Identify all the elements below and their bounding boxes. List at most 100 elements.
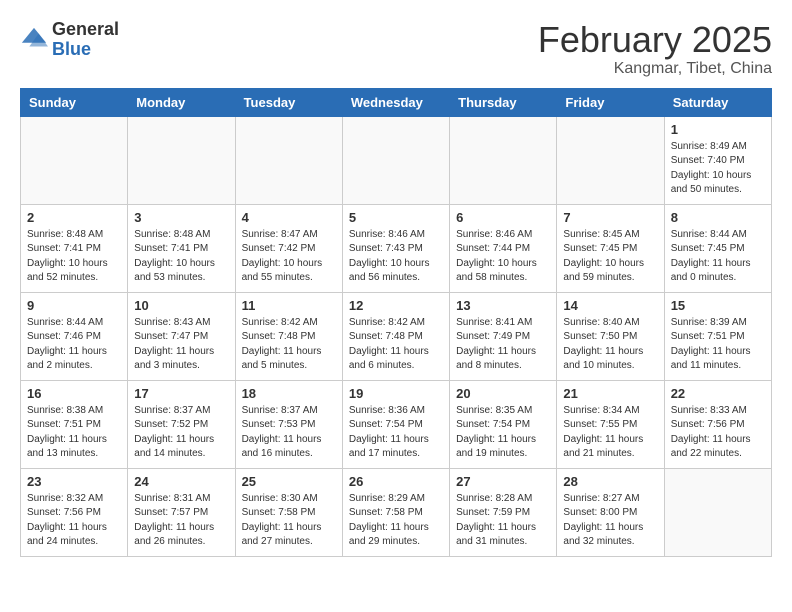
logo-text: General Blue: [52, 20, 119, 60]
weekday-header: Sunday: [21, 88, 128, 116]
calendar-cell: 26 Sunrise: 8:29 AM Sunset: 7:58 PM Dayli…: [342, 468, 449, 556]
day-info: Sunrise: 8:46 AM Sunset: 7:43 PM Dayligh…: [349, 228, 443, 286]
day-info: Sunrise: 8:48 AM Sunset: 7:41 PM Dayligh…: [27, 228, 121, 286]
calendar-body: 1Sunrise: 8:49 AM Sunset: 7:40 PM Daylig…: [21, 116, 772, 556]
day-info: Sunrise: 8:35 AM Sunset: 7:54 PM Dayligh…: [456, 404, 550, 462]
weekday-row: SundayMondayTuesdayWednesdayThursdayFrid…: [21, 88, 772, 116]
calendar-cell: 23Sunrise: 8:32 AM Sunset: 7:56 PM Dayli…: [21, 468, 128, 556]
day-number: 20: [456, 386, 550, 401]
weekday-header: Friday: [557, 88, 664, 116]
day-info: Sunrise: 8:48 AM Sunset: 7:41 PM Dayligh…: [134, 228, 228, 286]
day-info: Sunrise: 8:29 AM Sunset: 7:58 PM Dayligh…: [349, 492, 443, 550]
day-info: Sunrise: 8:40 AM Sunset: 7:50 PM Dayligh…: [563, 316, 657, 374]
day-number: 19: [349, 386, 443, 401]
logo-icon: [20, 26, 48, 54]
calendar-cell: 18 Sunrise: 8:37 AM Sunset: 7:53 PM Dayli…: [235, 380, 342, 468]
day-number: 3: [134, 210, 228, 225]
calendar-week-row: 9 Sunrise: 8:44 AM Sunset: 7:46 PM Daylig…: [21, 292, 772, 380]
calendar-cell: 2 Sunrise: 8:48 AM Sunset: 7:41 PM Daylig…: [21, 204, 128, 292]
calendar-cell: 16Sunrise: 8:38 AM Sunset: 7:51 PM Dayli…: [21, 380, 128, 468]
day-info: Sunrise: 8:31 AM Sunset: 7:57 PM Dayligh…: [134, 492, 228, 550]
calendar-cell: 14 Sunrise: 8:40 AM Sunset: 7:50 PM Dayli…: [557, 292, 664, 380]
day-info: Sunrise: 8:45 AM Sunset: 7:45 PM Dayligh…: [563, 228, 657, 286]
calendar-cell: [557, 116, 664, 204]
calendar-cell: 13Sunrise: 8:41 AM Sunset: 7:49 PM Dayli…: [450, 292, 557, 380]
day-number: 17: [134, 386, 228, 401]
day-info: Sunrise: 8:28 AM Sunset: 7:59 PM Dayligh…: [456, 492, 550, 550]
day-number: 5: [349, 210, 443, 225]
calendar-cell: 17 Sunrise: 8:37 AM Sunset: 7:52 PM Dayli…: [128, 380, 235, 468]
day-info: Sunrise: 8:46 AM Sunset: 7:44 PM Dayligh…: [456, 228, 550, 286]
day-number: 12: [349, 298, 443, 313]
day-number: 14: [563, 298, 657, 313]
day-number: 26: [349, 474, 443, 489]
day-info: Sunrise: 8:38 AM Sunset: 7:51 PM Dayligh…: [27, 404, 121, 462]
calendar-cell: 19 Sunrise: 8:36 AM Sunset: 7:54 PM Dayli…: [342, 380, 449, 468]
day-info: Sunrise: 8:44 AM Sunset: 7:45 PM Dayligh…: [671, 228, 765, 286]
day-number: 6: [456, 210, 550, 225]
calendar-cell: 15 Sunrise: 8:39 AM Sunset: 7:51 PM Dayli…: [664, 292, 771, 380]
day-number: 11: [242, 298, 336, 313]
calendar-cell: 9 Sunrise: 8:44 AM Sunset: 7:46 PM Daylig…: [21, 292, 128, 380]
day-number: 27: [456, 474, 550, 489]
weekday-header: Monday: [128, 88, 235, 116]
day-info: Sunrise: 8:42 AM Sunset: 7:48 PM Dayligh…: [242, 316, 336, 374]
day-info: Sunrise: 8:32 AM Sunset: 7:56 PM Dayligh…: [27, 492, 121, 550]
weekday-header: Thursday: [450, 88, 557, 116]
weekday-header: Tuesday: [235, 88, 342, 116]
day-number: 21: [563, 386, 657, 401]
page-header: General Blue February 2025 Kangmar, Tibe…: [20, 20, 772, 78]
day-number: 28: [563, 474, 657, 489]
day-number: 15: [671, 298, 765, 313]
day-info: Sunrise: 8:44 AM Sunset: 7:46 PM Dayligh…: [27, 316, 121, 374]
day-number: 18: [242, 386, 336, 401]
calendar-cell: 12 Sunrise: 8:42 AM Sunset: 7:48 PM Dayli…: [342, 292, 449, 380]
calendar-cell: 25 Sunrise: 8:30 AM Sunset: 7:58 PM Dayli…: [235, 468, 342, 556]
title-block: February 2025 Kangmar, Tibet, China: [538, 20, 772, 78]
calendar-cell: [450, 116, 557, 204]
calendar-cell: 10 Sunrise: 8:43 AM Sunset: 7:47 PM Dayli…: [128, 292, 235, 380]
calendar-week-row: 23Sunrise: 8:32 AM Sunset: 7:56 PM Dayli…: [21, 468, 772, 556]
calendar-cell: [342, 116, 449, 204]
day-info: Sunrise: 8:30 AM Sunset: 7:58 PM Dayligh…: [242, 492, 336, 550]
day-info: Sunrise: 8:27 AM Sunset: 8:00 PM Dayligh…: [563, 492, 657, 550]
calendar-cell: 11 Sunrise: 8:42 AM Sunset: 7:48 PM Dayli…: [235, 292, 342, 380]
calendar-cell: 8 Sunrise: 8:44 AM Sunset: 7:45 PM Daylig…: [664, 204, 771, 292]
calendar-header: SundayMondayTuesdayWednesdayThursdayFrid…: [21, 88, 772, 116]
logo-blue: Blue: [52, 40, 119, 60]
calendar-cell: 3 Sunrise: 8:48 AM Sunset: 7:41 PM Daylig…: [128, 204, 235, 292]
day-number: 9: [27, 298, 121, 313]
day-number: 13: [456, 298, 550, 313]
weekday-header: Saturday: [664, 88, 771, 116]
location: Kangmar, Tibet, China: [538, 60, 772, 78]
logo: General Blue: [20, 20, 119, 60]
calendar-cell: 27 Sunrise: 8:28 AM Sunset: 7:59 PM Dayli…: [450, 468, 557, 556]
day-info: Sunrise: 8:34 AM Sunset: 7:55 PM Dayligh…: [563, 404, 657, 462]
day-info: Sunrise: 8:43 AM Sunset: 7:47 PM Dayligh…: [134, 316, 228, 374]
day-number: 2: [27, 210, 121, 225]
day-info: Sunrise: 8:37 AM Sunset: 7:52 PM Dayligh…: [134, 404, 228, 462]
day-number: 25: [242, 474, 336, 489]
day-number: 4: [242, 210, 336, 225]
day-info: Sunrise: 8:33 AM Sunset: 7:56 PM Dayligh…: [671, 404, 765, 462]
day-info: Sunrise: 8:39 AM Sunset: 7:51 PM Dayligh…: [671, 316, 765, 374]
calendar-cell: 24 Sunrise: 8:31 AM Sunset: 7:57 PM Dayli…: [128, 468, 235, 556]
calendar-cell: 6 Sunrise: 8:46 AM Sunset: 7:44 PM Daylig…: [450, 204, 557, 292]
calendar-cell: [664, 468, 771, 556]
weekday-header: Wednesday: [342, 88, 449, 116]
day-number: 24: [134, 474, 228, 489]
calendar-cell: 21 Sunrise: 8:34 AM Sunset: 7:55 PM Dayli…: [557, 380, 664, 468]
calendar-cell: [128, 116, 235, 204]
day-info: Sunrise: 8:47 AM Sunset: 7:42 PM Dayligh…: [242, 228, 336, 286]
calendar-week-row: 2 Sunrise: 8:48 AM Sunset: 7:41 PM Daylig…: [21, 204, 772, 292]
day-number: 8: [671, 210, 765, 225]
day-info: Sunrise: 8:42 AM Sunset: 7:48 PM Dayligh…: [349, 316, 443, 374]
day-number: 10: [134, 298, 228, 313]
calendar-cell: 20 Sunrise: 8:35 AM Sunset: 7:54 PM Dayli…: [450, 380, 557, 468]
calendar-cell: [21, 116, 128, 204]
day-info: Sunrise: 8:37 AM Sunset: 7:53 PM Dayligh…: [242, 404, 336, 462]
day-number: 22: [671, 386, 765, 401]
day-info: Sunrise: 8:36 AM Sunset: 7:54 PM Dayligh…: [349, 404, 443, 462]
day-number: 7: [563, 210, 657, 225]
calendar-cell: [235, 116, 342, 204]
